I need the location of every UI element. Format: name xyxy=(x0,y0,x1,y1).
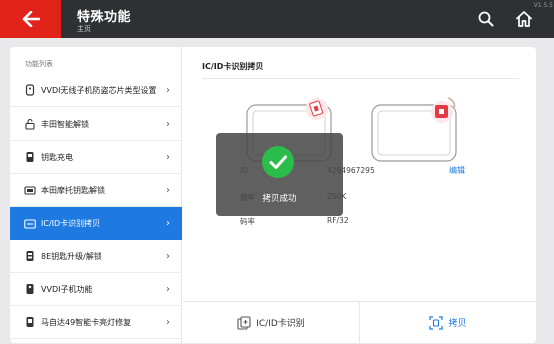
back-arrow-icon xyxy=(22,11,40,27)
divider xyxy=(202,78,519,79)
version-label: V1.5.5 xyxy=(533,2,553,9)
remote-key-icon xyxy=(24,283,36,295)
chevron-right-icon: › xyxy=(166,184,170,196)
page-title: 特殊功能 xyxy=(77,10,132,25)
chevron-right-icon: › xyxy=(166,283,170,295)
chevron-right-icon: › xyxy=(166,118,170,130)
identify-card-icon xyxy=(237,315,251,330)
function-list: 功能列表 VVDI无线子机防盗芯片类型设置 › 丰田智能解锁 › 钥匙充电 › xyxy=(10,47,182,343)
sidebar-item-label: 8E钥匙升级/解锁 xyxy=(41,251,102,261)
home-button[interactable] xyxy=(514,9,534,29)
sidebar-item-label: IC/ID卡识别拷贝 xyxy=(41,219,101,228)
chevron-right-icon: › xyxy=(166,151,170,163)
breadcrumb: 主页 xyxy=(77,25,91,33)
sidebar-item-toyota-smart-unlock[interactable]: 丰田智能解锁 › xyxy=(10,108,182,141)
toast-message: 拷贝成功 xyxy=(262,194,297,204)
search-icon xyxy=(478,11,494,27)
key-icon xyxy=(24,250,36,262)
sidebar-item-8e-key-upgrade[interactable]: 8E钥匙升级/解锁 › xyxy=(10,240,182,273)
sidebar-item-key-charge[interactable]: 钥匙充电 › xyxy=(10,141,182,174)
sidebar-item-label: 本田摩托钥匙解锁 xyxy=(41,185,105,195)
sidebar-item-vvdi-remote-chip-type[interactable]: VVDI无线子机防盗芯片类型设置 › xyxy=(10,74,182,107)
home-icon xyxy=(516,11,532,27)
check-circle-icon xyxy=(262,146,294,178)
bitrate-value: RF/32 xyxy=(327,216,349,225)
function-list-title: 功能列表 xyxy=(25,60,53,68)
moto-key-icon xyxy=(24,184,36,196)
sidebar-item-vvdi-remote-function[interactable]: VVDI子机功能 › xyxy=(10,273,182,306)
scan-copy-icon xyxy=(429,315,444,330)
back-button[interactable] xyxy=(0,0,61,38)
sidebar-item-label: 丰田智能解锁 xyxy=(41,119,89,129)
sidebar-item-label: 钥匙充电 xyxy=(41,152,73,162)
edit-link[interactable]: 编辑 xyxy=(449,165,465,176)
bitrate-label: 码率 xyxy=(240,217,255,226)
sidebar-item-mazda-49-smart-card-repair[interactable]: 马自达49智能卡亮灯修复 › xyxy=(10,306,182,339)
chevron-right-icon: › xyxy=(166,250,170,262)
content-title: IC/ID卡识别拷贝 xyxy=(202,62,264,71)
sidebar-item-label: VVDI子机功能 xyxy=(41,284,93,294)
sidebar-item-honda-moto-key-unlock[interactable]: 本田摩托钥匙解锁 › xyxy=(10,174,182,207)
app-header: 特殊功能 主页 V1.5.5 xyxy=(0,0,554,38)
chevron-right-icon: › xyxy=(166,218,170,229)
success-toast: 拷贝成功 xyxy=(216,133,343,216)
search-button[interactable] xyxy=(477,10,495,28)
chevron-right-icon: › xyxy=(166,84,170,96)
copy-button[interactable]: 拷贝 xyxy=(360,302,536,343)
unlock-icon xyxy=(24,118,36,130)
identify-card-button[interactable]: IC/ID卡识别 xyxy=(183,302,359,343)
remote-key-icon xyxy=(24,84,36,96)
sidebar-item-label: VVDI无线子机防盗芯片类型设置 xyxy=(41,85,157,95)
chevron-right-icon: › xyxy=(166,316,170,328)
tablet-write-card-illustration xyxy=(371,97,457,162)
card-icon xyxy=(24,218,36,230)
copy-label: 拷贝 xyxy=(448,319,467,329)
identify-card-label: IC/ID卡识别 xyxy=(256,319,305,329)
sidebar-item-label: 马自达49智能卡亮灯修复 xyxy=(41,317,132,327)
sidebar-item-ic-id-card-copy[interactable]: IC/ID卡识别拷贝 › xyxy=(10,207,182,240)
key-battery-icon xyxy=(24,151,36,163)
smart-card-icon xyxy=(24,316,36,328)
